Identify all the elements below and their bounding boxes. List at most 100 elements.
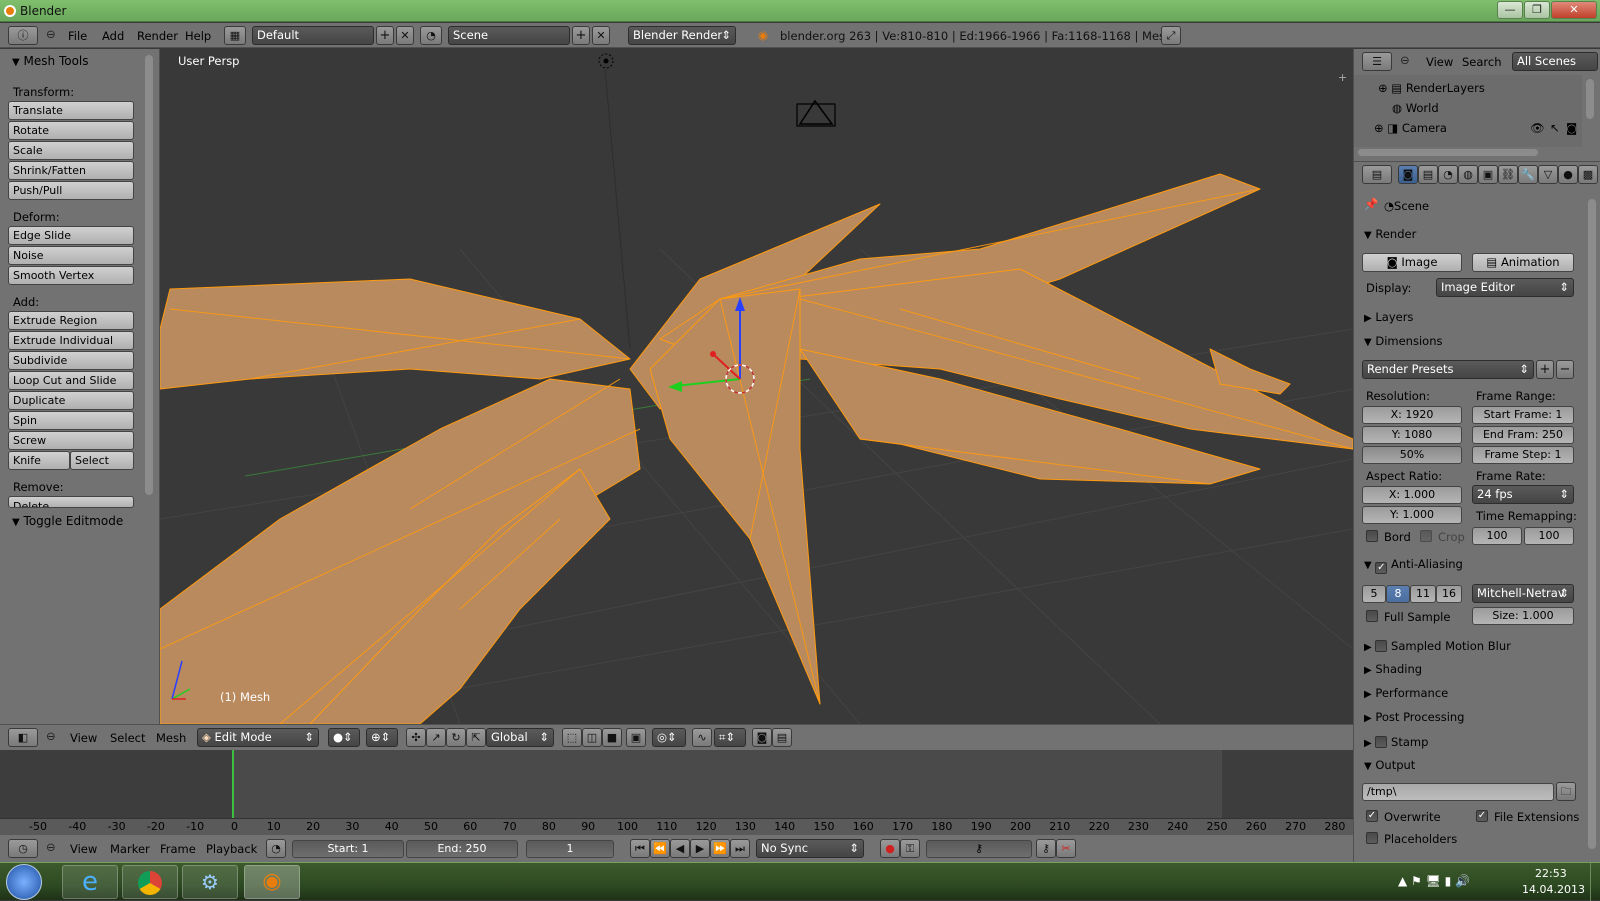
renderable-camera-icon[interactable]: ◙ — [1566, 121, 1577, 135]
start-button[interactable] — [6, 864, 42, 900]
world-context-icon[interactable]: ◍ — [1458, 165, 1478, 184]
3d-viewport[interactable]: User Persp (1) Mesh + — [160, 49, 1353, 724]
scene-context-icon[interactable]: ◔ — [1438, 165, 1458, 184]
file-browse-icon[interactable]: 🗀 — [1556, 782, 1576, 801]
tray-icons[interactable]: ▲ ⚑ 🖥 ▮ 🔊 — [1398, 874, 1470, 888]
output-path-field[interactable]: /tmp\ — [1362, 783, 1554, 801]
file-extensions-checkbox[interactable]: ✓ — [1476, 810, 1488, 822]
collapse-menu-icon[interactable]: ⊖ — [46, 27, 56, 41]
start-frame-prop-field[interactable]: Start Frame: 1 — [1472, 406, 1574, 424]
outliner-row-world[interactable]: ◍ World — [1392, 101, 1439, 115]
render-layers-context-icon[interactable]: ▤ — [1418, 165, 1438, 184]
maximize-button[interactable]: ❐ — [1524, 1, 1550, 19]
render-animation-icon[interactable]: ▤ — [772, 728, 792, 747]
menu-outliner-view[interactable]: View — [1426, 55, 1453, 69]
modifiers-context-icon[interactable]: 🔧 — [1518, 165, 1538, 184]
frame-rate-dropdown[interactable]: 24 fps ⇕ — [1472, 485, 1574, 504]
subdivide-button[interactable]: Subdivide — [8, 351, 134, 370]
anti-aliasing-panel-header[interactable]: ▼ ✓ Anti-Aliasing — [1364, 557, 1463, 574]
collapse-menu-icon[interactable]: ⊖ — [1400, 53, 1410, 67]
add-preset-icon[interactable]: + — [1536, 360, 1554, 379]
collapse-menu-icon[interactable]: ⊖ — [46, 840, 56, 854]
aa-samples-5[interactable]: 5 — [1362, 585, 1386, 603]
frame-step-field[interactable]: Frame Step: 1 — [1472, 446, 1574, 464]
menu-view[interactable]: View — [70, 731, 97, 745]
overwrite-checkbox[interactable]: ✓ — [1366, 810, 1378, 822]
render-opengl-icon[interactable]: ◙ — [752, 728, 772, 747]
motion-blur-checkbox[interactable] — [1375, 640, 1388, 652]
extrude-individual-button[interactable]: Extrude Individual — [8, 331, 134, 350]
menu-file[interactable]: File — [68, 29, 87, 43]
rotate-manipulator-icon[interactable]: ↻ — [446, 728, 466, 747]
menu-view[interactable]: View — [70, 842, 97, 856]
object-context-icon[interactable]: ▣ — [1478, 165, 1498, 184]
play-icon[interactable]: ▶ — [690, 839, 710, 858]
spin-button[interactable]: Spin — [8, 411, 134, 430]
stamp-checkbox[interactable] — [1375, 736, 1388, 748]
duplicate-button[interactable]: Duplicate — [8, 391, 134, 410]
full-sample-checkbox[interactable] — [1366, 610, 1378, 622]
extrude-region-button[interactable]: Extrude Region — [8, 311, 134, 330]
start-frame-field[interactable]: Start: 1 — [292, 840, 404, 858]
scale-manipulator-icon[interactable]: ⇱ — [466, 728, 486, 747]
scale-button[interactable]: Scale — [8, 141, 134, 160]
current-frame-marker[interactable] — [232, 750, 234, 818]
transform-orientation-dropdown[interactable]: Global ⇕ — [486, 728, 554, 747]
jump-keyframe-back-icon[interactable]: ⏪ — [650, 839, 670, 858]
layout-dropdown[interactable]: Default — [252, 26, 374, 45]
scene-dropdown[interactable]: Scene — [448, 26, 570, 45]
stamp-panel-header[interactable]: ▶ Stamp — [1364, 734, 1428, 749]
aa-samples-16[interactable]: 16 — [1436, 585, 1462, 603]
fullscreen-icon[interactable]: ⤢ — [1161, 26, 1181, 45]
menu-select[interactable]: Select — [110, 731, 145, 745]
limit-selection-icon[interactable]: ▣ — [626, 728, 646, 747]
menu-mesh[interactable]: Mesh — [156, 731, 186, 745]
anti-aliasing-checkbox[interactable]: ✓ — [1375, 562, 1388, 574]
record-icon[interactable]: ● — [880, 839, 900, 858]
close-button[interactable]: ✕ — [1551, 1, 1597, 19]
shading-panel-header[interactable]: ▶ Shading — [1364, 662, 1422, 676]
jump-end-icon[interactable]: ⏭ — [730, 839, 750, 858]
filter-size-field[interactable]: Size: 1.000 — [1472, 607, 1574, 625]
delete-keyframe-icon[interactable]: ✂ — [1056, 839, 1076, 858]
delete-scene-icon[interactable]: ✕ — [592, 26, 610, 45]
material-context-icon[interactable]: ● — [1558, 165, 1578, 184]
editor-type-info-icon[interactable]: ⓘ — [8, 26, 38, 45]
toggle-editmode-header[interactable]: ▼ Toggle Editmode — [12, 514, 123, 528]
vertex-select-icon[interactable]: ⬚ — [562, 728, 582, 747]
aspect-x-field[interactable]: X: 1.000 — [1362, 486, 1462, 504]
noise-button[interactable]: Noise — [8, 246, 134, 265]
editor-type-3dview-icon[interactable]: ◧ — [8, 728, 38, 747]
keying-set-field[interactable]: ⚷ — [926, 840, 1032, 858]
editor-type-properties-icon[interactable]: ▤ — [1362, 165, 1392, 184]
edge-select-icon[interactable]: ◫ — [582, 728, 602, 747]
menu-add[interactable]: Add — [102, 29, 124, 43]
aspect-y-field[interactable]: Y: 1.000 — [1362, 506, 1462, 524]
show-desktop-button[interactable] — [1590, 863, 1600, 901]
crop-checkbox[interactable] — [1420, 530, 1432, 542]
aa-samples-11[interactable]: 11 — [1410, 585, 1436, 603]
keying-set-icon[interactable]: ⚿ — [900, 839, 920, 858]
knife-select-button[interactable]: Select — [70, 451, 134, 470]
pivot-point-dropdown[interactable]: ⊕⇕ — [366, 728, 398, 747]
edge-slide-button[interactable]: Edge Slide — [8, 226, 134, 245]
render-panel-header[interactable]: ▼ Render — [1364, 227, 1416, 241]
dimensions-panel-header[interactable]: ▼ Dimensions — [1364, 334, 1442, 348]
menu-render[interactable]: Render — [137, 29, 178, 43]
aa-filter-dropdown[interactable]: Mitchell-Netrav ⇕ — [1472, 584, 1574, 603]
time-remap-new-field[interactable]: 100 — [1524, 527, 1574, 545]
proportional-falloff-icon[interactable]: ∿ — [692, 728, 712, 747]
placeholders-checkbox[interactable] — [1366, 832, 1378, 844]
viewport-shading-dropdown[interactable]: ●⇕ — [328, 728, 360, 747]
resolution-x-field[interactable]: X: 1920 — [1362, 406, 1462, 424]
add-layout-icon[interactable]: + — [376, 26, 394, 45]
toolshelf-scrollbar[interactable] — [145, 55, 153, 495]
outliner-row-camera[interactable]: ⊕ ◨ Camera — [1374, 121, 1447, 135]
render-image-button[interactable]: ◙ Image — [1362, 253, 1462, 272]
resolution-y-field[interactable]: Y: 1080 — [1362, 426, 1462, 444]
taskbar-ie-icon[interactable]: e — [62, 865, 118, 899]
constraints-context-icon[interactable]: ⛓ — [1498, 165, 1518, 184]
time-remap-old-field[interactable]: 100 — [1472, 527, 1522, 545]
delete-dropdown[interactable]: Delete — [8, 496, 134, 508]
post-processing-panel-header[interactable]: ▶ Post Processing — [1364, 710, 1464, 724]
